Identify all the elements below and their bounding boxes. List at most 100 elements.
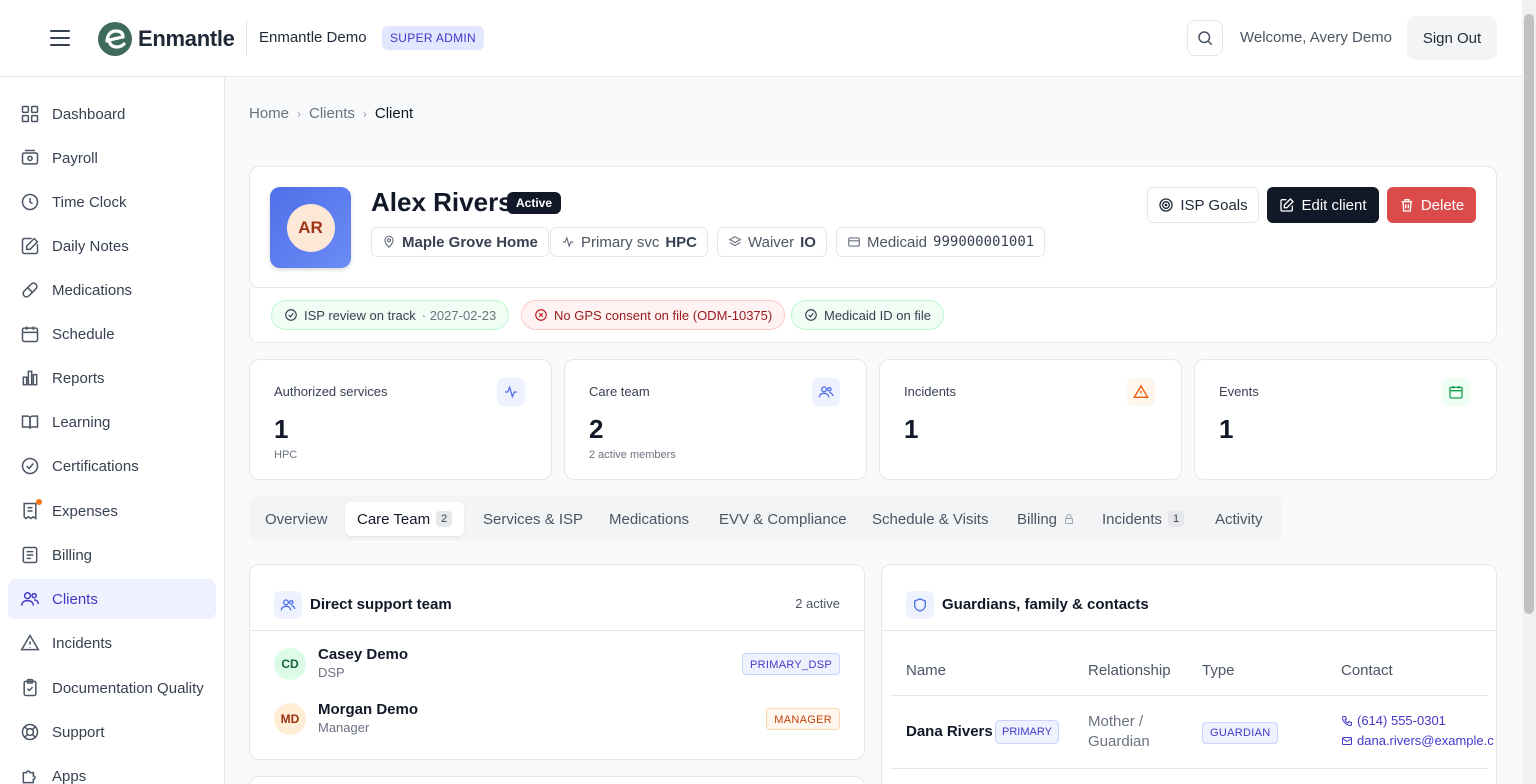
chevron-right-icon: › bbox=[297, 106, 302, 121]
avatar: CD bbox=[274, 648, 306, 680]
logo-mark-icon bbox=[98, 22, 132, 56]
warning-icon bbox=[20, 634, 40, 651]
welcome-text: Welcome, Avery Demo bbox=[1240, 29, 1392, 46]
isp-goals-button[interactable]: ISP Goals bbox=[1147, 187, 1259, 223]
tab-services-isp[interactable]: Services & ISP bbox=[471, 502, 595, 536]
tab-care-team[interactable]: Care Team 2 bbox=[345, 502, 465, 536]
tab-schedule-visits[interactable]: Schedule & Visits bbox=[860, 502, 1000, 536]
sidebar-item-label: Schedule bbox=[52, 325, 115, 343]
client-avatar: AR bbox=[270, 187, 351, 268]
stat-sub: 2 active members bbox=[589, 449, 676, 461]
sidebar-item-apps[interactable]: Apps bbox=[8, 756, 216, 784]
scrollbar-thumb[interactable] bbox=[1524, 14, 1534, 614]
calendar-icon bbox=[1442, 378, 1470, 406]
member-role: DSP bbox=[318, 665, 345, 680]
sidebar-item-incidents[interactable]: Incidents bbox=[8, 623, 216, 663]
divider bbox=[890, 768, 1488, 769]
receipt-icon bbox=[20, 499, 42, 521]
tab-evv-compliance[interactable]: EVV & Compliance bbox=[707, 502, 859, 536]
sidebar-item-label: Clients bbox=[52, 590, 98, 608]
status-badge: Active bbox=[507, 192, 562, 214]
stat-value: 2 bbox=[589, 414, 604, 444]
edit-client-label: Edit client bbox=[1301, 196, 1367, 214]
stat-value: 1 bbox=[274, 414, 289, 444]
sidebar-item-dashboard[interactable]: Dashboard bbox=[8, 94, 216, 134]
alert-text: No GPS consent on file (ODM-10375) bbox=[554, 307, 773, 323]
edit-client-button[interactable]: Edit client bbox=[1267, 187, 1379, 223]
member-name: Casey Demo bbox=[318, 646, 409, 663]
alert-date: · 2027-02-23 bbox=[421, 307, 497, 323]
panel-title: Guardians, family & contacts bbox=[942, 596, 1149, 613]
activity-icon bbox=[497, 378, 525, 406]
pill-icon bbox=[22, 282, 38, 298]
delete-client-label: Delete bbox=[1420, 196, 1465, 214]
search-button[interactable] bbox=[1187, 20, 1223, 56]
sidebar-item-billing[interactable]: Billing bbox=[8, 535, 216, 575]
primary-service-chip: Primary svc HPC bbox=[550, 227, 709, 257]
care-team-member[interactable]: MD Morgan Demo Manager MANAGER bbox=[274, 699, 840, 739]
sidebar-item-label: Medications bbox=[52, 281, 133, 299]
sidebar-item-documentation-quality[interactable]: Documentation Quality bbox=[8, 668, 216, 708]
sidebar-item-daily-notes[interactable]: Daily Notes bbox=[8, 226, 216, 266]
panel-header: Guardians, family & contacts bbox=[882, 565, 1496, 631]
trash-icon bbox=[1401, 199, 1413, 212]
stat-label: Authorized services bbox=[274, 384, 388, 399]
check-circle-icon bbox=[805, 309, 817, 321]
scrollbar[interactable] bbox=[1522, 0, 1536, 784]
tab-overview[interactable]: Overview bbox=[253, 502, 340, 536]
sign-out-button[interactable]: Sign Out bbox=[1407, 16, 1497, 60]
sidebar-item-medications[interactable]: Medications bbox=[8, 270, 216, 310]
panel-title: Direct support team bbox=[310, 596, 452, 613]
active-count: 2 active bbox=[795, 596, 840, 611]
contact-name: Dana Rivers bbox=[906, 723, 993, 740]
role-tag: MANAGER bbox=[766, 708, 840, 730]
puzzle-icon bbox=[22, 770, 36, 784]
sidebar-item-expenses[interactable]: Expenses bbox=[8, 491, 216, 531]
tab-count: 2 bbox=[436, 511, 453, 527]
breadcrumb-home[interactable]: Home bbox=[249, 105, 289, 122]
users-icon bbox=[20, 592, 40, 606]
contact-phone-link[interactable]: (614) 555-0301 bbox=[1341, 713, 1446, 728]
sidebar-item-certifications[interactable]: Certifications bbox=[8, 446, 216, 486]
bar-chart-icon bbox=[22, 370, 38, 386]
sidebar-item-label: Expenses bbox=[52, 502, 118, 520]
check-circle-icon bbox=[285, 309, 297, 321]
tab-billing[interactable]: Billing bbox=[1005, 502, 1087, 536]
delete-client-button[interactable]: Delete bbox=[1387, 187, 1476, 223]
member-role: Manager bbox=[318, 720, 370, 735]
tab-label: Schedule & Visits bbox=[872, 510, 989, 528]
contact-email: dana.rivers@example.c bbox=[1357, 733, 1494, 748]
tab-count: 1 bbox=[1168, 511, 1185, 527]
x-circle-icon bbox=[535, 309, 547, 321]
sidebar-item-time-clock[interactable]: Time Clock bbox=[8, 182, 216, 222]
users-icon bbox=[274, 591, 302, 619]
sidebar-item-reports[interactable]: Reports bbox=[8, 358, 216, 398]
tab-activity[interactable]: Activity bbox=[1203, 502, 1275, 536]
menu-icon[interactable] bbox=[48, 26, 72, 50]
stat-events: Events 1 bbox=[1194, 359, 1497, 480]
sidebar-item-payroll[interactable]: Payroll bbox=[8, 138, 216, 178]
avatar: MD bbox=[274, 703, 306, 735]
shield-icon bbox=[906, 591, 934, 619]
breadcrumb-clients[interactable]: Clients bbox=[309, 105, 355, 122]
badge-check-icon bbox=[21, 457, 39, 475]
grid-icon bbox=[21, 105, 39, 123]
contact-email-link[interactable]: dana.rivers@example.c bbox=[1341, 733, 1494, 748]
sidebar-item-learning[interactable]: Learning bbox=[8, 402, 216, 442]
column-header-name: Name bbox=[906, 662, 947, 679]
brand-logo[interactable]: Enmantle bbox=[96, 20, 235, 58]
clock-icon bbox=[21, 193, 39, 211]
tab-medications[interactable]: Medications bbox=[597, 502, 701, 536]
member-name: Morgan Demo bbox=[318, 701, 419, 718]
next-panel bbox=[249, 776, 865, 784]
sidebar-item-schedule[interactable]: Schedule bbox=[8, 314, 216, 354]
sidebar-item-label: Certifications bbox=[52, 457, 139, 475]
care-team-member[interactable]: CD Casey Demo DSP PRIMARY_DSP bbox=[274, 644, 840, 684]
tab-incidents[interactable]: Incidents 1 bbox=[1090, 502, 1196, 536]
calendar-icon bbox=[21, 326, 39, 343]
tab-label: Services & ISP bbox=[483, 510, 584, 528]
sidebar-item-clients[interactable]: Clients bbox=[8, 579, 216, 619]
sidebar-item-support[interactable]: Support bbox=[8, 712, 216, 752]
stat-care-team: Care team 2 2 active members bbox=[564, 359, 867, 480]
role-tag: PRIMARY_DSP bbox=[742, 653, 840, 675]
